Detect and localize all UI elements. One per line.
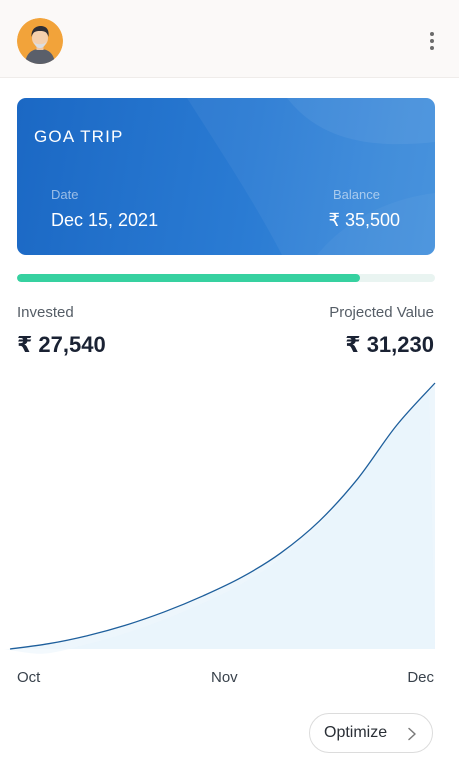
balance-label: Balance	[333, 187, 380, 202]
invested-value: ₹ 27,540	[17, 332, 106, 357]
date-value: Dec 15, 2021	[51, 210, 159, 230]
projected-value-label: Projected Value	[329, 304, 434, 321]
user-avatar-icon[interactable]	[17, 18, 63, 64]
growth-chart	[4, 382, 436, 654]
x-axis-label-nov: Nov	[211, 669, 238, 686]
balance-value: ₹ 35,500	[328, 210, 400, 230]
chart-area-fill-secondary	[4, 393, 435, 654]
invested-label: Invested	[17, 304, 74, 321]
goal-card[interactable]	[17, 98, 435, 255]
optimize-button[interactable]: Optimize	[309, 713, 433, 753]
card-background-waves	[187, 98, 435, 255]
goal-title: GOA TRIP	[34, 127, 124, 146]
progress-fill	[17, 274, 360, 282]
chevron-right-icon	[408, 727, 416, 741]
x-axis-label-dec: Dec	[407, 669, 434, 686]
top-bar	[0, 0, 459, 78]
date-label: Date	[51, 187, 79, 202]
optimize-button-label: Optimize	[324, 724, 388, 741]
goal-progress-bar	[17, 274, 435, 282]
more-vertical-icon[interactable]	[420, 26, 444, 56]
x-axis-label-oct: Oct	[17, 669, 41, 686]
projected-value-amount: ₹ 31,230	[345, 332, 434, 357]
